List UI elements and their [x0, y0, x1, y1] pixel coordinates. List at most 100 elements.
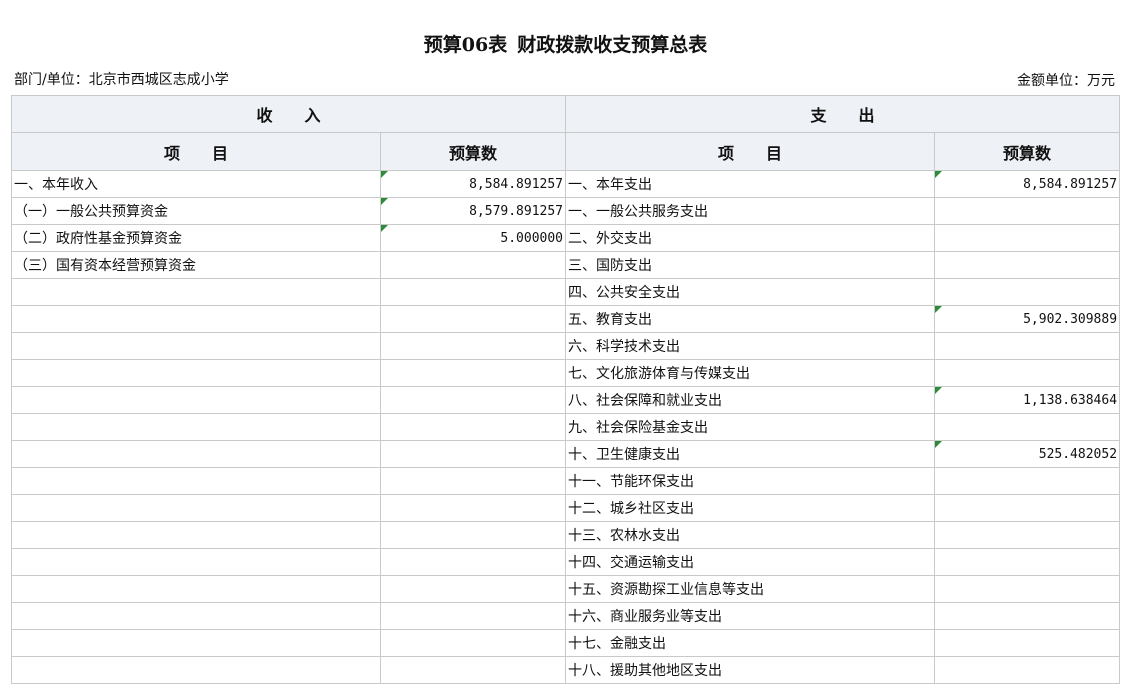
- income-item-cell: （一）一般公共预算资金: [11, 197, 381, 225]
- income-item-cell: [11, 575, 381, 603]
- expense-value-cell: [934, 197, 1121, 225]
- table-row: 一、本年收入 8,584.891257 一、本年支出 8,584.891257: [11, 170, 1121, 198]
- expense-value-cell: [934, 413, 1121, 441]
- expense-value-cell: [934, 602, 1121, 630]
- expense-item-cell: 八、社会保障和就业支出: [565, 386, 936, 414]
- table-row: 六、科学技术支出: [11, 332, 1121, 360]
- budget-table: 收 入 支 出 项 目 预算数 项 目 预算数 一、本年收入 8,584.8912…: [10, 95, 1121, 684]
- table-row: （三）国有资本经营预算资金 三、国防支出: [11, 251, 1121, 279]
- expense-value-cell: [934, 548, 1121, 576]
- income-value-cell: [379, 251, 567, 279]
- income-item-cell: [11, 602, 381, 630]
- expense-value-cell: [934, 251, 1121, 279]
- income-value-cell: [379, 548, 567, 576]
- table-row: 九、社会保险基金支出: [11, 413, 1121, 441]
- income-value-cell: 8,579.891257: [379, 197, 567, 225]
- expense-value-cell: [934, 224, 1121, 252]
- expense-value-cell: [934, 575, 1121, 603]
- income-item-cell: [11, 494, 381, 522]
- expense-value-cell: [934, 656, 1121, 684]
- table-row: 十六、商业服务业等支出: [11, 602, 1121, 630]
- table-row: 八、社会保障和就业支出 1,138.638464: [11, 386, 1121, 414]
- income-item-cell: [11, 359, 381, 387]
- expense-item-cell: 十四、交通运输支出: [565, 548, 936, 576]
- income-item-cell: [11, 413, 381, 441]
- expense-value-cell: [934, 521, 1121, 549]
- header-row-sections: 收 入 支 出: [10, 95, 1121, 133]
- expense-budget-header: 预算数: [934, 132, 1121, 171]
- expense-value-cell: [934, 278, 1121, 306]
- expense-item-cell: 二、外交支出: [565, 224, 936, 252]
- income-value-cell: 5.000000: [379, 224, 567, 252]
- income-value-cell: [379, 440, 567, 468]
- expense-item-cell: 一、本年支出: [565, 170, 936, 198]
- income-item-cell: （三）国有资本经营预算资金: [11, 251, 381, 279]
- expense-item-cell: 十七、金融支出: [565, 629, 936, 657]
- table-row: 七、文化旅游体育与传媒支出: [11, 359, 1121, 387]
- expense-item-cell: 六、科学技术支出: [565, 332, 936, 360]
- expense-item-cell: 十一、节能环保支出: [565, 467, 936, 495]
- income-item-cell: [11, 332, 381, 360]
- expense-value-cell: 8,584.891257: [934, 170, 1121, 198]
- expense-item-cell: 四、公共安全支出: [565, 278, 936, 306]
- table-row: （二）政府性基金预算资金 5.000000 二、外交支出: [11, 224, 1121, 252]
- table-code: 预算06表: [423, 34, 508, 56]
- expense-value-cell: [934, 494, 1121, 522]
- table-row: 十一、节能环保支出: [11, 467, 1121, 495]
- table-row: 十三、农林水支出: [11, 521, 1121, 549]
- expense-value-cell: [934, 359, 1121, 387]
- income-value-cell: [379, 494, 567, 522]
- income-value-cell: [379, 386, 567, 414]
- expense-item-cell: 三、国防支出: [565, 251, 936, 279]
- income-value-cell: [379, 575, 567, 603]
- income-item-header: 项 目: [11, 132, 381, 171]
- expense-value-cell: [934, 629, 1121, 657]
- expense-item-cell: 五、教育支出: [565, 305, 936, 333]
- table-row: 十四、交通运输支出: [11, 548, 1121, 576]
- expense-item-cell: 十五、资源勘探工业信息等支出: [565, 575, 936, 603]
- table-name: 财政拨款收支预算总表: [517, 34, 708, 56]
- income-item-cell: [11, 656, 381, 684]
- income-item-cell: [11, 521, 381, 549]
- expense-item-cell: 七、文化旅游体育与传媒支出: [565, 359, 936, 387]
- income-value-cell: [379, 278, 567, 306]
- income-value-cell: [379, 467, 567, 495]
- table-row: 四、公共安全支出: [11, 278, 1121, 306]
- income-item-cell: （二）政府性基金预算资金: [11, 224, 381, 252]
- expense-value-cell: [934, 332, 1121, 360]
- expense-value-cell: 5,902.309889: [934, 305, 1121, 333]
- amount-unit-label: 金额单位：万元: [1017, 73, 1115, 89]
- income-item-cell: [11, 467, 381, 495]
- expense-section-header: 支 出: [565, 95, 1121, 133]
- expense-item-cell: 九、社会保险基金支出: [565, 413, 936, 441]
- income-item-cell: [11, 629, 381, 657]
- expense-item-cell: 十六、商业服务业等支出: [565, 602, 936, 630]
- expense-item-cell: 十八、援助其他地区支出: [565, 656, 936, 684]
- expense-item-cell: 十三、农林水支出: [565, 521, 936, 549]
- document-title: 预算06表 财政拨款收支预算总表: [0, 30, 1131, 57]
- income-item-cell: [11, 278, 381, 306]
- income-item-cell: [11, 440, 381, 468]
- department-label: 部门/单位：北京市西城区志成小学: [14, 72, 229, 88]
- expense-item-cell: 十、卫生健康支出: [565, 440, 936, 468]
- income-item-cell: 一、本年收入: [11, 170, 381, 198]
- income-value-cell: [379, 413, 567, 441]
- income-value-cell: [379, 305, 567, 333]
- income-item-cell: [11, 305, 381, 333]
- income-section-header: 收 入: [10, 95, 567, 133]
- expense-value-cell: 1,138.638464: [934, 386, 1121, 414]
- expense-item-header: 项 目: [565, 132, 936, 171]
- income-budget-header: 预算数: [379, 132, 567, 171]
- expense-item-cell: 十二、城乡社区支出: [565, 494, 936, 522]
- income-item-cell: [11, 386, 381, 414]
- income-value-cell: [379, 521, 567, 549]
- header-row-columns: 项 目 预算数 项 目 预算数: [11, 132, 1121, 171]
- income-value-cell: [379, 656, 567, 684]
- income-value-cell: [379, 359, 567, 387]
- expense-value-cell: [934, 467, 1121, 495]
- income-value-cell: 8,584.891257: [379, 170, 567, 198]
- income-value-cell: [379, 332, 567, 360]
- table-row: 十五、资源勘探工业信息等支出: [11, 575, 1121, 603]
- expense-item-cell: 一、一般公共服务支出: [565, 197, 936, 225]
- table-row: 十七、金融支出: [11, 629, 1121, 657]
